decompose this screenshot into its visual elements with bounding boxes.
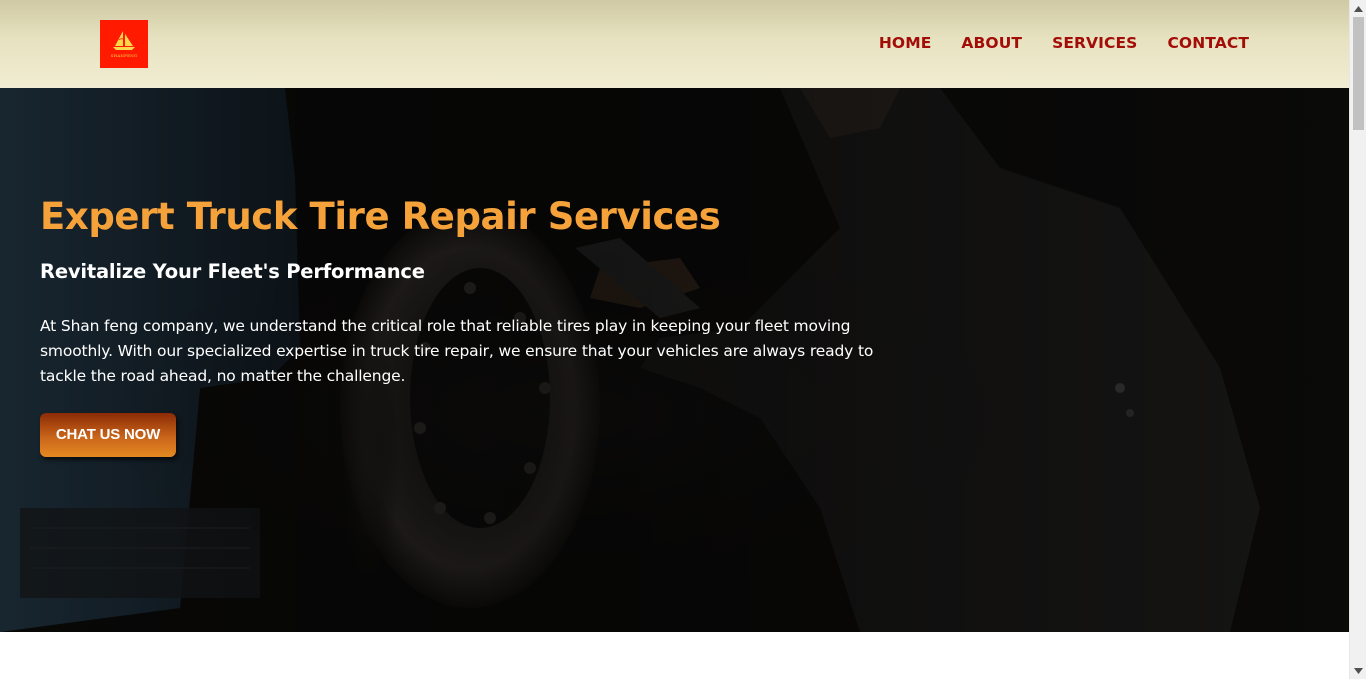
- site-header: SHANFENG HOME ABOUT SERVICES CONTACT: [0, 0, 1349, 88]
- nav-services[interactable]: SERVICES: [1052, 33, 1137, 53]
- page: SHANFENG HOME ABOUT SERVICES CONTACT Exp…: [0, 0, 1349, 679]
- hero-section: Expert Truck Tire Repair Services Revita…: [0, 88, 1349, 632]
- scroll-down-button[interactable]: [1350, 662, 1366, 679]
- logo-text: SHANFENG: [110, 53, 138, 58]
- nav-contact[interactable]: CONTACT: [1167, 33, 1249, 53]
- chevron-down-icon: [1354, 667, 1363, 674]
- hero-content: Expert Truck Tire Repair Services Revita…: [40, 193, 920, 457]
- chat-us-now-button[interactable]: CHAT US NOW: [40, 413, 176, 457]
- brand-logo[interactable]: SHANFENG: [100, 20, 148, 68]
- main-nav: HOME ABOUT SERVICES CONTACT: [879, 33, 1249, 53]
- nav-home[interactable]: HOME: [879, 33, 932, 53]
- hero-title: Expert Truck Tire Repair Services: [40, 195, 721, 238]
- chevron-up-icon: [1354, 5, 1363, 12]
- hero-description: At Shan feng company, we understand the …: [40, 317, 874, 385]
- nav-about[interactable]: ABOUT: [961, 33, 1022, 53]
- scroll-up-button[interactable]: [1350, 0, 1366, 17]
- sailboat-logo-icon: [113, 31, 135, 50]
- scrollbar-thumb[interactable]: [1353, 17, 1364, 130]
- hero-subtitle: Revitalize Your Fleet's Performance: [40, 260, 425, 283]
- vertical-scrollbar[interactable]: [1349, 0, 1366, 679]
